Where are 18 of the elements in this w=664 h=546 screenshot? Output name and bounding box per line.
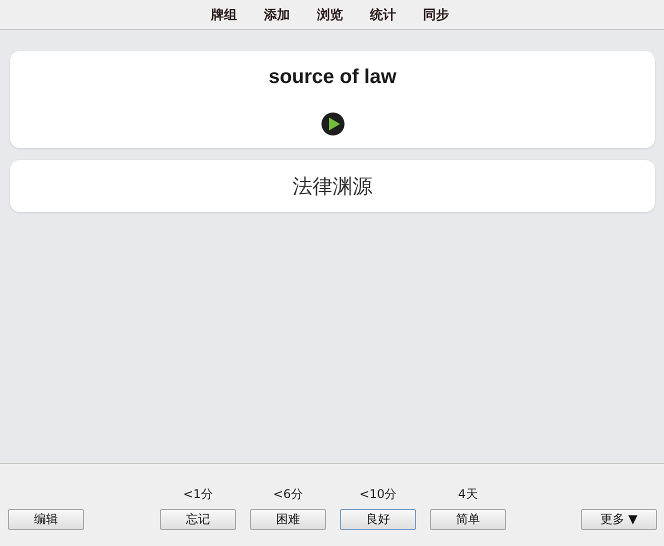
interval-label: 4天 [458, 486, 478, 503]
play-icon[interactable] [320, 112, 344, 136]
nav-link[interactable]: 浏览 [317, 6, 343, 24]
answer-button[interactable]: 简单 [430, 509, 506, 530]
interval-label: <6分 [273, 486, 303, 503]
answer-button[interactable]: 困难 [250, 509, 326, 530]
edit-button[interactable]: 编辑 [8, 509, 84, 530]
interval-label: <10分 [359, 486, 397, 503]
answer-text: 法律渊源 [292, 173, 372, 200]
nav-link[interactable]: 同步 [423, 6, 449, 24]
interval-label: <1分 [183, 486, 213, 503]
answer-button[interactable]: 良好 [340, 509, 416, 530]
question-text: source of law [268, 66, 396, 89]
nav-link[interactable]: 统计 [370, 6, 396, 24]
more-button[interactable]: 更多 ▼ [581, 509, 657, 530]
nav-link[interactable]: 牌组 [211, 6, 237, 24]
answer-button[interactable]: 忘记 [160, 509, 236, 530]
nav-link[interactable]: 添加 [264, 6, 290, 24]
